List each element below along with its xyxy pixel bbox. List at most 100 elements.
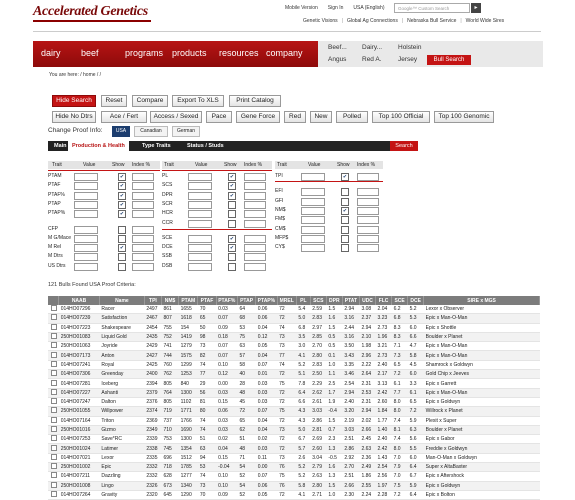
filter-show-checkbox[interactable] bbox=[118, 234, 126, 243]
filter-value-input[interactable] bbox=[74, 244, 98, 253]
top-100-official-button[interactable]: Top 100 Official bbox=[372, 111, 430, 123]
nav-item-products[interactable]: products bbox=[172, 48, 207, 58]
row-select-checkbox[interactable] bbox=[51, 407, 58, 414]
naab-cell[interactable]: 250HO01002 bbox=[58, 462, 100, 473]
row-select-cell[interactable] bbox=[48, 369, 59, 380]
column-header[interactable]: PTAM bbox=[178, 296, 199, 305]
row-select-checkbox[interactable] bbox=[51, 444, 58, 451]
bull-name-link[interactable]: Lexor bbox=[99, 453, 145, 464]
language-link[interactable]: USA (English) bbox=[353, 5, 384, 11]
reset-button[interactable]: Reset bbox=[101, 95, 127, 107]
row-select-checkbox[interactable] bbox=[51, 398, 58, 405]
table-row[interactable]: 250HO01016 Gizmo 2349 710 1690 74 0.03 62 0.04 73… bbox=[48, 425, 540, 436]
filter-value-input[interactable] bbox=[188, 253, 212, 262]
quick-link-dairy[interactable]: Dairy... bbox=[362, 44, 382, 51]
nav-item-dairy[interactable]: dairy bbox=[41, 48, 61, 58]
filter-value-input[interactable] bbox=[188, 173, 212, 181]
bull-name-link[interactable]: Triton bbox=[99, 416, 145, 426]
nav-item-programs[interactable]: programs bbox=[125, 48, 163, 58]
bull-search-button[interactable]: Bull Search bbox=[427, 55, 471, 65]
filter-value-input[interactable] bbox=[188, 210, 212, 219]
table-row[interactable]: 014HO07223 Shakespeare 2454 755 154 50 0.09 53 0… bbox=[48, 323, 540, 333]
filter-index-input[interactable] bbox=[132, 173, 154, 181]
table-row[interactable]: 014HO07227 Ashanti 2379 764 1300 56 0.03 48 0.03… bbox=[48, 388, 540, 398]
bull-name-link[interactable]: Gravity bbox=[99, 490, 145, 500]
table-row[interactable]: 250HO01008 Lingo 2326 673 1340 73 0.10 54 0.06 76… bbox=[48, 481, 540, 491]
naab-cell[interactable]: 014HO07164 bbox=[58, 416, 100, 426]
filter-show-checkbox[interactable]: ✔ bbox=[118, 210, 126, 219]
column-header[interactable]: DPR bbox=[326, 296, 343, 305]
filter-index-input[interactable] bbox=[132, 191, 154, 200]
nav-item-beef[interactable]: beef bbox=[81, 48, 99, 58]
naab-cell[interactable]: 014HO07281 bbox=[58, 378, 100, 389]
row-select-cell[interactable] bbox=[48, 341, 59, 352]
filter-value-input[interactable] bbox=[74, 234, 98, 243]
table-row[interactable]: 014HO07021 Lexor 2335 696 1512 94 0.15 71 0.11 73… bbox=[48, 453, 540, 464]
row-select-cell[interactable] bbox=[48, 490, 59, 500]
filter-value-input[interactable] bbox=[188, 244, 212, 253]
polled-button[interactable]: Polled bbox=[336, 111, 368, 123]
tab-production-health[interactable]: Production & Health bbox=[68, 141, 129, 151]
filter-show-checkbox[interactable] bbox=[341, 216, 349, 225]
filter-show-checkbox[interactable]: ✔ bbox=[341, 206, 349, 215]
naab-cell[interactable]: 014HO07239 bbox=[58, 313, 100, 324]
table-row[interactable]: 014HO07241 Royal 2425 760 1299 74 0.10 58 0.07 74… bbox=[48, 360, 540, 371]
bull-name-link[interactable]: Satisfaction bbox=[99, 313, 145, 324]
filter-value-input[interactable] bbox=[74, 262, 98, 271]
filter-index-input[interactable] bbox=[132, 225, 154, 234]
column-header[interactable]: SIRE x MGS bbox=[423, 296, 540, 305]
column-header[interactable]: NAAB bbox=[58, 296, 100, 305]
table-row[interactable]: 250HO01083 Liquid Gold 2435 752 1419 98 0.18 75… bbox=[48, 332, 540, 343]
bull-name-link[interactable]: Iceberg bbox=[99, 378, 145, 389]
row-select-checkbox[interactable] bbox=[51, 333, 58, 340]
column-header[interactable]: DCE bbox=[407, 296, 425, 305]
row-select-checkbox[interactable] bbox=[51, 472, 58, 479]
quick-link-holstein[interactable]: Holstein bbox=[398, 44, 421, 51]
row-select-cell[interactable] bbox=[48, 434, 59, 445]
row-select-checkbox[interactable] bbox=[51, 426, 58, 432]
filter-value-input[interactable] bbox=[301, 216, 325, 225]
filter-show-checkbox[interactable]: ✔ bbox=[228, 182, 236, 191]
table-row[interactable]: 014HO07281 Iceberg 2394 805 840 29 0.00 28 0.03 7… bbox=[48, 378, 540, 389]
row-select-checkbox[interactable] bbox=[51, 379, 58, 386]
filter-show-checkbox[interactable] bbox=[228, 200, 236, 209]
bull-name-link[interactable]: Latimer bbox=[99, 443, 145, 454]
access-sexed-button[interactable]: Access / Sexed bbox=[150, 111, 202, 123]
filter-show-checkbox[interactable] bbox=[118, 262, 126, 271]
column-header[interactable]: PTAF% bbox=[216, 296, 238, 305]
filter-index-input[interactable] bbox=[357, 244, 379, 253]
bull-name-link[interactable]: Racer bbox=[99, 305, 145, 315]
filter-show-checkbox[interactable] bbox=[228, 219, 236, 228]
column-header[interactable]: PTAF bbox=[197, 296, 217, 305]
naab-cell[interactable]: 014HO07296 bbox=[58, 305, 100, 315]
hide-no-dtrs-button[interactable]: Hide No Dtrs bbox=[52, 111, 96, 123]
bull-name-link[interactable]: Willpower bbox=[99, 406, 145, 417]
column-header[interactable]: Name bbox=[99, 296, 145, 305]
proof-option-canadian[interactable]: Canadian bbox=[134, 126, 168, 137]
filter-show-checkbox[interactable]: ✔ bbox=[118, 182, 126, 191]
filter-value-input[interactable] bbox=[301, 173, 325, 181]
filter-value-input[interactable] bbox=[74, 173, 98, 181]
filter-show-checkbox[interactable]: ✔ bbox=[118, 200, 126, 209]
filter-index-input[interactable] bbox=[357, 225, 379, 234]
filter-show-checkbox[interactable] bbox=[341, 234, 349, 243]
row-select-cell[interactable] bbox=[48, 406, 59, 417]
filter-show-checkbox[interactable] bbox=[228, 253, 236, 262]
filter-show-checkbox[interactable]: ✔ bbox=[228, 173, 236, 181]
new-button[interactable]: New bbox=[310, 111, 332, 123]
filter-show-checkbox[interactable]: ✔ bbox=[118, 191, 126, 200]
mobile-version-link[interactable]: Mobile Version bbox=[285, 5, 318, 11]
filter-show-checkbox[interactable]: ✔ bbox=[228, 234, 236, 243]
filter-value-input[interactable] bbox=[301, 197, 325, 206]
row-select-checkbox[interactable] bbox=[51, 481, 58, 488]
tab-type-traits[interactable]: Type Traits bbox=[138, 141, 175, 151]
nav-item-resources[interactable]: resources bbox=[219, 48, 259, 58]
column-header[interactable]: PTAP% bbox=[255, 296, 278, 305]
quick-link-beef[interactable]: Beef... bbox=[328, 44, 347, 51]
arrow-right-icon[interactable]: ▸ bbox=[471, 3, 481, 13]
filter-value-input[interactable] bbox=[188, 262, 212, 271]
filter-value-input[interactable] bbox=[74, 210, 98, 219]
filter-show-checkbox[interactable] bbox=[118, 225, 126, 234]
row-select-checkbox[interactable] bbox=[51, 314, 58, 321]
partner-link-world-wide-sires[interactable]: World Wide Sires bbox=[466, 18, 505, 24]
